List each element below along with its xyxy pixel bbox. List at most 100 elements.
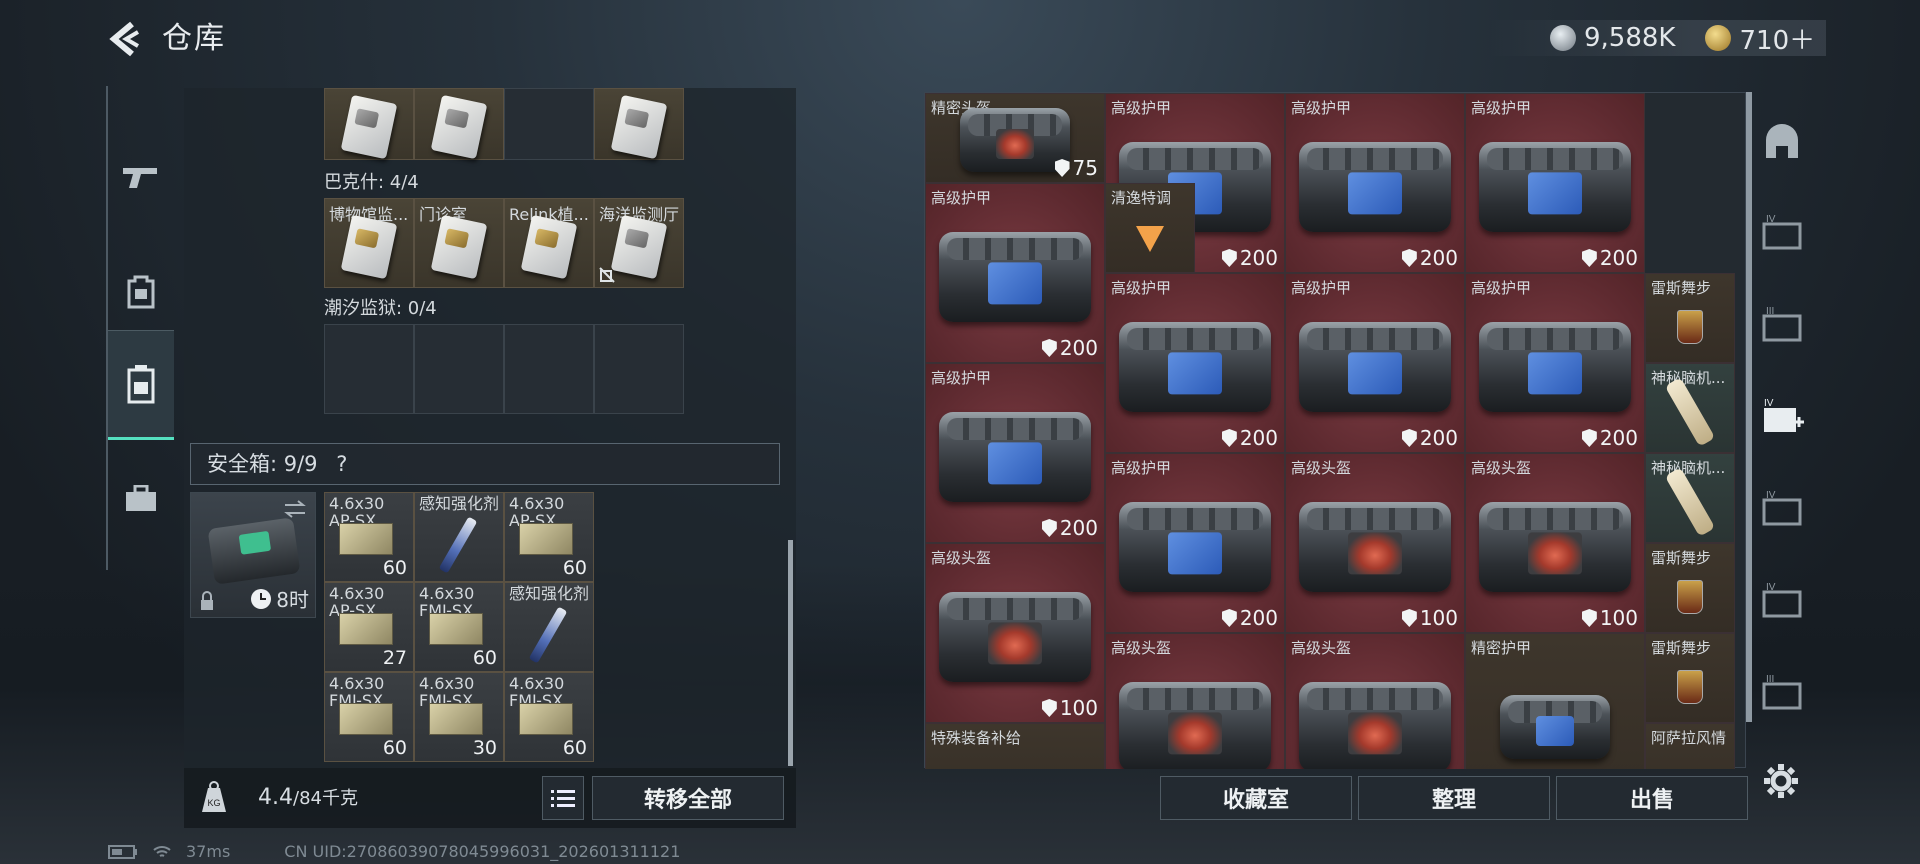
stash-item[interactable]: 高级护甲 200 [1105,453,1285,633]
stash-item[interactable]: 特殊装备补给 [925,723,1105,769]
stash-tab-all[interactable] [1752,100,1812,184]
stash-item[interactable]: 高级头盔 [1105,633,1285,769]
stash-item[interactable]: 高级护甲 200 [1465,93,1645,273]
stash-item[interactable]: 高级头盔 100 [925,543,1105,723]
stash-item-name: 高级头盔 [1471,459,1532,477]
armor-number: 75 [1072,156,1098,180]
dome-icon [1766,124,1798,158]
armor-value: 200 [1041,336,1098,360]
tab-briefcase[interactable] [108,444,174,554]
list-icon [551,790,575,807]
stash-item[interactable]: 高级护甲 200 [925,183,1105,363]
stash-panel: 精密头盔 75 高级护甲 200 高级护甲 200 高级护甲 200 高级护甲 200 清逸特调 高级… [924,92,1746,769]
currency-gold-amount[interactable]: 710＋ [1739,20,1815,57]
shield-icon [1221,429,1237,447]
safe-item-slot[interactable]: 4.6x30 AP-SX 60 [324,492,414,582]
armor-bag-icon [1479,321,1631,412]
key-card-slot[interactable] [324,88,414,160]
safe-item-count: 60 [382,737,407,759]
stash-tab-3-active[interactable]: IV [1752,376,1812,460]
help-icon[interactable]: ? [336,452,347,476]
armor-value: 100 [1041,696,1098,720]
stash-item-name: 高级头盔 [1111,639,1172,657]
svg-text:IV: IV [1766,214,1776,225]
empty-slot[interactable] [324,324,414,414]
safe-item-slot[interactable]: 感知强化剂 [504,582,594,672]
stash-item-name: 高级护甲 [1471,279,1532,297]
uid-text: CN UID:270860390780459960​31_20260131112… [284,842,681,861]
safe-item-slot[interactable]: 4.6x30 AP-SX 60 [504,492,594,582]
helmet-bag-icon [1299,681,1451,769]
empty-slot[interactable] [594,324,684,414]
safe-item-slot[interactable]: 4.6x30 FMJ-SX 60 [414,582,504,672]
key-card-slot[interactable]: 门诊室 [414,198,504,288]
gear-icon[interactable] [1762,762,1800,800]
stash-item[interactable]: 高级头盔 100 [1285,453,1465,633]
stash-item[interactable]: 高级护甲 200 [925,363,1105,543]
armor-bag-icon [1479,141,1631,232]
stash-iv-2-icon: IV [1762,490,1802,526]
swap-icon[interactable] [283,499,307,519]
current-weight: 4.4 [258,785,293,810]
helmet-bag-icon [1479,501,1631,592]
stash-tab-5[interactable]: IV [1752,560,1812,644]
safe-item-slot[interactable]: 4.6x30 AP-SX 27 [324,582,414,672]
shield-icon [1054,159,1070,177]
armor-number: 200 [1419,426,1458,450]
stash-item[interactable]: 高级护甲 200 [1465,273,1645,453]
stash-item[interactable]: 高级护甲 200 [1105,273,1285,453]
tab-chest-rig[interactable] [108,330,174,440]
back-arrow-icon[interactable] [104,18,146,60]
empty-slot[interactable] [414,324,504,414]
empty-slot[interactable] [504,88,594,160]
stash-item-name: 高级护甲 [1111,459,1172,477]
armor-bag-icon [939,231,1091,322]
safe-box-label: 安全箱: 9/9 [207,452,318,476]
stash-item[interactable]: 神秘脑机... [1645,453,1735,543]
stash-item[interactable]: 精密护甲 [1465,633,1645,769]
stash-item[interactable]: 高级护甲 200 [1285,273,1465,453]
stash-item[interactable]: 高级护甲 200 [1285,93,1465,273]
drink-glass-icon [1677,669,1703,704]
stash-item[interactable]: 高级头盔 100 [1465,453,1645,633]
key-card-slot[interactable]: 海洋监测厅 [594,198,684,288]
ammo-box-icon [429,703,483,735]
safe-item-slot[interactable]: 4.6x30 FMJ-SX 60 [324,672,414,762]
safe-item-slot[interactable]: 感知强化剂 [414,492,504,582]
safe-item-slot[interactable]: 4.6x30 FMJ-SX 60 [504,672,594,762]
stash-tab-4[interactable]: IV [1752,468,1812,552]
stash-item[interactable]: 阿萨拉风情 [1645,723,1735,769]
stash-item[interactable]: 高级头盔 [1285,633,1465,769]
left-scrollbar[interactable] [788,540,793,766]
svg-text:IV: IV [1766,490,1776,501]
helmet-bag-icon [939,591,1091,682]
collection-room-button[interactable]: 收藏室 [1160,776,1352,820]
key-card-slot[interactable] [414,88,504,160]
stash-tab-2[interactable]: III [1752,284,1812,368]
list-view-button[interactable] [542,776,584,820]
container-panel: 巴克什: 4/4 博物馆监... 门诊室 Relink植... 海洋监测厅 潮汐… [184,88,796,768]
sort-button[interactable]: 整理 [1358,776,1550,820]
stash-item[interactable]: 神秘脑机... [1645,363,1735,453]
key-card-slot[interactable]: Relink植... [504,198,594,288]
stash-tab-6[interactable]: III [1752,652,1812,736]
key-card-slot[interactable] [594,88,684,160]
stash-item[interactable]: 清逸特调 [1105,183,1195,273]
stash-item[interactable]: 雷斯舞步 [1645,273,1735,363]
stash-item[interactable]: 精密头盔 75 [925,93,1105,183]
stash-tab-1[interactable]: IV [1752,192,1812,276]
safe-item-count: 60 [562,557,587,579]
transfer-all-button[interactable]: 转移全部 [592,776,784,820]
safe-item-slot[interactable]: 4.6x30 FMJ-SX 30 [414,672,504,762]
stash-item[interactable]: 雷斯舞步 [1645,543,1735,633]
stash-item[interactable]: 雷斯舞步 [1645,633,1735,723]
page-title: 仓库 [162,21,226,56]
safe-item-count: 60 [472,647,497,669]
tab-weapons[interactable] [108,122,174,232]
stash-iv-icon: IV [1762,214,1802,250]
safe-box-slot[interactable]: 8时 [190,492,316,618]
empty-slot[interactable] [504,324,594,414]
armor-number: 100 [1059,696,1098,720]
key-card-slot[interactable]: 博物馆监... [324,198,414,288]
sell-button[interactable]: 出售 [1556,776,1748,820]
